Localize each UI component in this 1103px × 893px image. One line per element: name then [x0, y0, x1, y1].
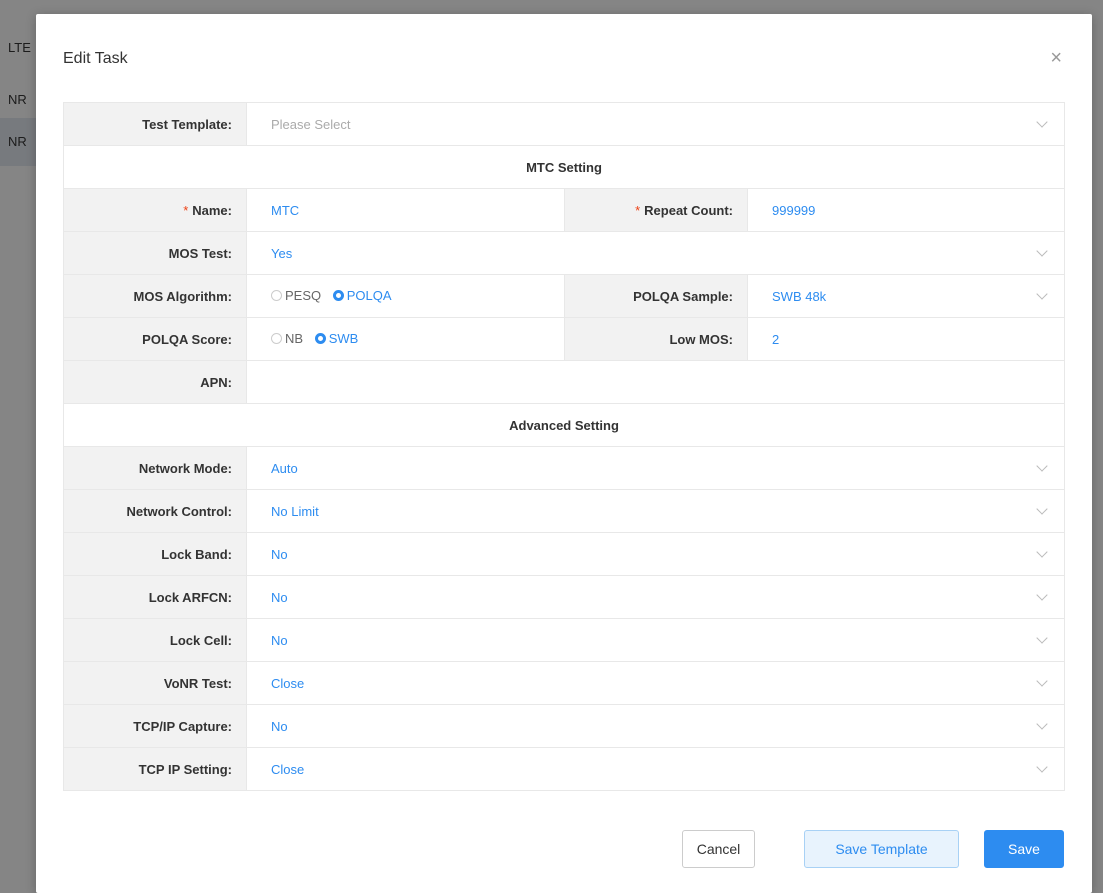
lock-cell-value: No	[271, 632, 288, 648]
radio-nb-label: NB	[285, 331, 304, 346]
network-control-select[interactable]: No Limit	[245, 489, 1066, 533]
tcp-ip-setting-select[interactable]: Close	[245, 747, 1066, 791]
radio-pesq-label: PESQ	[285, 288, 322, 303]
row-tcpip-capture: TCP/IP Capture: No	[63, 704, 1066, 748]
row-mos-algorithm: MOS Algorithm: PESQ POLQA POLQA Sample: …	[63, 274, 1066, 318]
name-input[interactable]: MTC	[246, 188, 565, 232]
lock-cell-select[interactable]: No	[245, 618, 1066, 662]
row-lock-cell: Lock Cell: No	[63, 618, 1066, 662]
row-mos-test: MOS Test: Yes	[63, 231, 1066, 275]
save-button[interactable]: Save	[984, 830, 1064, 868]
vonr-test-value: Close	[271, 675, 305, 691]
radio-pesq[interactable]: PESQ	[271, 288, 321, 303]
lock-arfcn-select[interactable]: No	[245, 575, 1066, 619]
test-template-placeholder: Please Select	[271, 116, 351, 132]
task-form: Test Template: Please Select MTC Setting…	[62, 102, 1066, 791]
mos-algorithm-label: MOS Algorithm:	[63, 274, 247, 318]
low-mos-input[interactable]: 2	[746, 317, 1066, 361]
tcpip-capture-value: No	[271, 718, 288, 734]
row-apn: APN:	[63, 360, 1066, 404]
chevron-down-icon	[1036, 675, 1048, 687]
row-network-mode: Network Mode: Auto	[63, 446, 1066, 490]
mtc-section-header: MTC Setting	[62, 145, 1066, 189]
required-marker: *	[183, 202, 189, 218]
row-network-control: Network Control: No Limit	[63, 489, 1066, 533]
chevron-down-icon	[1036, 288, 1048, 300]
repeat-count-input[interactable]: 999999	[746, 188, 1066, 232]
mos-test-select[interactable]: Yes	[245, 231, 1066, 275]
radio-polqa[interactable]: POLQA	[332, 288, 392, 303]
radio-selected-icon	[332, 290, 344, 301]
lock-band-select[interactable]: No	[245, 532, 1066, 576]
low-mos-label: Low MOS:	[564, 317, 748, 361]
mos-test-value: Yes	[271, 245, 293, 261]
name-label-text: Name:	[192, 202, 232, 218]
vonr-test-select[interactable]: Close	[245, 661, 1066, 705]
polqa-score-radios: NB SWB	[246, 317, 565, 361]
lock-cell-label: Lock Cell:	[63, 618, 247, 662]
lock-arfcn-label: Lock ARFCN:	[63, 575, 247, 619]
chevron-down-icon	[1036, 245, 1048, 257]
mos-algorithm-radios: PESQ POLQA	[246, 274, 565, 318]
radio-nb[interactable]: NB	[271, 331, 303, 346]
close-icon[interactable]: ×	[1050, 48, 1062, 68]
radio-swb-label: SWB	[328, 331, 359, 346]
row-name: * Name: MTC * Repeat Count: 999999	[63, 188, 1066, 232]
radio-circle-icon	[271, 333, 282, 344]
chevron-down-icon	[1036, 546, 1048, 558]
row-test-template: Test Template: Please Select	[63, 102, 1066, 146]
chevron-down-icon	[1036, 460, 1048, 472]
lock-band-value: No	[271, 546, 288, 562]
mos-test-label: MOS Test:	[63, 231, 247, 275]
test-template-select[interactable]: Please Select	[245, 102, 1066, 146]
row-mtc-section: MTC Setting	[62, 145, 1066, 189]
network-control-value: No Limit	[271, 503, 319, 519]
chevron-down-icon	[1036, 761, 1048, 773]
chevron-down-icon	[1036, 718, 1048, 730]
name-label: * Name:	[63, 188, 247, 232]
radio-selected-icon	[314, 333, 326, 344]
advanced-section-header: Advanced Setting	[62, 403, 1066, 447]
dialog-title: Edit Task	[63, 50, 128, 67]
apn-label: APN:	[63, 360, 247, 404]
lock-band-label: Lock Band:	[63, 532, 247, 576]
chevron-down-icon	[1036, 632, 1048, 644]
row-lock-arfcn: Lock ARFCN: No	[63, 575, 1066, 619]
apn-input[interactable]	[245, 360, 1066, 404]
polqa-sample-label: POLQA Sample:	[564, 274, 748, 318]
polqa-sample-select[interactable]: SWB 48k	[746, 274, 1066, 318]
row-vonr-test: VoNR Test: Close	[63, 661, 1066, 705]
repeat-count-label: * Repeat Count:	[564, 188, 748, 232]
tcp-ip-setting-value: Close	[271, 761, 305, 777]
row-tcp-ip-setting: TCP IP Setting: Close	[63, 747, 1066, 791]
save-template-button[interactable]: Save Template	[804, 830, 959, 868]
network-mode-label: Network Mode:	[63, 446, 247, 490]
network-mode-select[interactable]: Auto	[245, 446, 1066, 490]
polqa-sample-value: SWB 48k	[772, 288, 827, 304]
chevron-down-icon	[1036, 503, 1048, 515]
row-polqa-score: POLQA Score: NB SWB Low MOS: 2	[63, 317, 1066, 361]
tcpip-capture-select[interactable]: No	[245, 704, 1066, 748]
tcp-ip-setting-label: TCP IP Setting:	[63, 747, 247, 791]
chevron-down-icon	[1036, 589, 1048, 601]
radio-polqa-label: POLQA	[346, 288, 392, 303]
tcpip-capture-label: TCP/IP Capture:	[63, 704, 247, 748]
network-control-label: Network Control:	[63, 489, 247, 533]
cancel-button[interactable]: Cancel	[682, 830, 755, 868]
row-lock-band: Lock Band: No	[63, 532, 1066, 576]
radio-circle-icon	[271, 290, 282, 301]
radio-swb[interactable]: SWB	[314, 331, 359, 346]
vonr-test-label: VoNR Test:	[63, 661, 247, 705]
polqa-score-label: POLQA Score:	[63, 317, 247, 361]
row-advanced-section: Advanced Setting	[62, 403, 1066, 447]
test-template-label: Test Template:	[63, 102, 247, 146]
required-marker: *	[635, 202, 641, 218]
network-mode-value: Auto	[271, 460, 298, 476]
repeat-count-label-text: Repeat Count:	[644, 202, 733, 218]
lock-arfcn-value: No	[271, 589, 288, 605]
chevron-down-icon	[1036, 116, 1048, 128]
edit-task-dialog: Edit Task × Test Template: Please Select…	[36, 14, 1092, 893]
